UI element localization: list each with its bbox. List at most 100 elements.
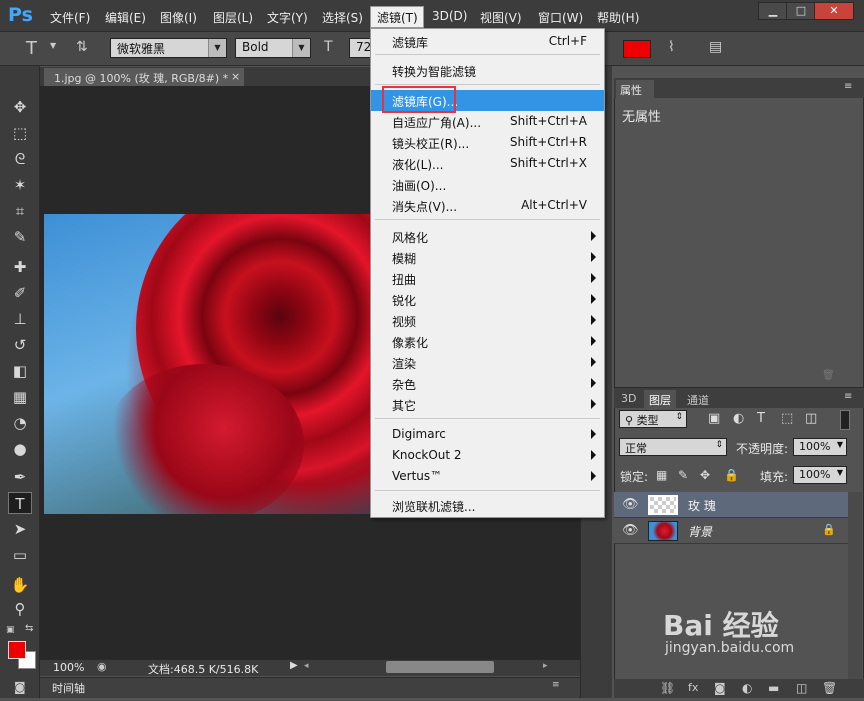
foreground-color-swatch[interactable] [8, 641, 26, 659]
type-filter-icon[interactable]: T [757, 411, 765, 426]
panel-menu-icon[interactable]: ≡ [844, 81, 852, 92]
pixel-filter-icon[interactable]: ▣ [708, 411, 720, 426]
rose-photo[interactable] [44, 214, 374, 514]
add-mask-icon[interactable]: ◙ [714, 681, 726, 695]
layer-filter-select[interactable]: ⚲ 类型 ⇕ [619, 410, 687, 428]
lock-pixels-icon[interactable]: ✎ [678, 468, 688, 482]
history-brush-tool-icon[interactable]: ↺ [8, 334, 32, 356]
layers-scrollbar[interactable] [848, 492, 862, 679]
warp-text-icon[interactable]: ⌇ [668, 39, 675, 55]
menu-item-adaptive-wide-angle[interactable]: 自适应广角(A)... Shift+Ctrl+A [371, 111, 604, 132]
type-tool-icon[interactable]: T [8, 492, 32, 514]
quick-mask-icon[interactable]: ◙ [14, 680, 26, 694]
scroll-left-icon[interactable]: ◂ [304, 661, 309, 671]
text-orientation-icon[interactable]: ⇅ [76, 39, 88, 55]
menu-item-oil-paint[interactable]: 油画(O)... [371, 174, 604, 195]
document-tab[interactable]: 1.jpg @ 100% (玫 瑰, RGB/8#) * [44, 68, 244, 86]
tab-close-icon[interactable]: × [231, 70, 240, 83]
stamp-tool-icon[interactable]: ⊥ [8, 308, 32, 330]
opacity-field[interactable]: 100% ▼ [793, 438, 847, 456]
trash-icon[interactable]: 🗑 [822, 370, 835, 381]
swap-colors-icon[interactable]: ⇆ [25, 623, 33, 634]
eye-icon[interactable]: 👁 [622, 523, 639, 538]
menu-item-pixelate[interactable]: 像素化 [371, 331, 604, 352]
menu-item-vertus[interactable]: Vertus™ [371, 466, 604, 487]
dodge-tool-icon[interactable]: ● [8, 438, 32, 460]
scroll-right-icon[interactable]: ▸ [543, 661, 548, 671]
status-arrow-icon[interactable]: ▶ [290, 660, 298, 671]
panel-menu-icon[interactable]: ≡ [844, 391, 852, 402]
healing-brush-tool-icon[interactable]: ✚ [8, 256, 32, 278]
menu-layer[interactable]: 图层(L) [213, 9, 253, 26]
shape-filter-icon[interactable]: ⬚ [781, 411, 793, 426]
eyedropper-tool-icon[interactable]: ✎ [8, 226, 32, 248]
eraser-tool-icon[interactable]: ◧ [8, 360, 32, 382]
menu-3d[interactable]: 3D(D) [432, 9, 467, 23]
default-colors-icon[interactable]: ▣ [6, 625, 15, 635]
font-size-field[interactable]: 72 [349, 38, 371, 58]
menu-select[interactable]: 选择(S) [322, 9, 363, 26]
menu-item-lens-correction[interactable]: 镜头校正(R)... Shift+Ctrl+R [371, 132, 604, 153]
menu-item-video[interactable]: 视频 [371, 310, 604, 331]
menu-item-stylize[interactable]: 风格化 [371, 226, 604, 247]
font-style-select[interactable]: Bold ▼ [235, 38, 311, 58]
menu-view[interactable]: 视图(V) [480, 9, 522, 26]
gradient-tool-icon[interactable]: ▦ [8, 386, 32, 408]
tab-properties[interactable]: 属性 [616, 80, 654, 98]
menu-item-sharpen[interactable]: 锐化 [371, 289, 604, 310]
menu-item-knockout[interactable]: KnockOut 2 [371, 445, 604, 466]
menu-item-browse-filters-online[interactable]: 浏览联机滤镜... [371, 495, 604, 516]
menu-file[interactable]: 文件(F) [50, 9, 90, 26]
lock-transparency-icon[interactable]: ▦ [656, 468, 667, 482]
blend-mode-select[interactable]: 正常 ⇕ [619, 438, 727, 456]
link-layers-icon[interactable]: ⛓ [660, 681, 675, 695]
menu-item-distort[interactable]: 扭曲 [371, 268, 604, 289]
adjustment-filter-icon[interactable]: ◐ [733, 411, 744, 426]
new-adjustment-icon[interactable]: ◐ [742, 681, 752, 695]
tab-channels[interactable]: 通道 [682, 390, 714, 408]
menu-item-noise[interactable]: 杂色 [371, 373, 604, 394]
filter-toggle-switch[interactable] [840, 410, 850, 430]
zoom-tool-icon[interactable]: ⚲ [8, 598, 32, 620]
brush-tool-icon[interactable]: ✐ [8, 282, 32, 304]
move-tool-icon[interactable]: ✥ [8, 96, 32, 118]
tab-3d[interactable]: 3D [616, 390, 641, 408]
tab-layers[interactable]: 图层 [644, 390, 676, 408]
trash-icon[interactable]: 🗑 [822, 681, 837, 695]
horizontal-scrollbar-thumb[interactable] [386, 661, 494, 673]
layer-row-background[interactable]: 👁 背景 🔒 [614, 518, 848, 544]
menu-item-liquify[interactable]: 液化(L)... Shift+Ctrl+X [371, 153, 604, 174]
lock-position-icon[interactable]: ✥ [700, 468, 710, 482]
minimize-icon[interactable]: ▁ [758, 2, 788, 20]
menu-item-convert-smart-filters[interactable]: 转换为智能滤镜 [371, 60, 604, 81]
blur-tool-icon[interactable]: ◔ [8, 412, 32, 434]
maximize-icon[interactable]: □ [786, 2, 816, 20]
lock-all-icon[interactable]: 🔒 [724, 468, 739, 482]
timeline-label[interactable]: 时间轴 [52, 680, 85, 696]
menu-edit[interactable]: 编辑(E) [105, 9, 146, 26]
magic-wand-tool-icon[interactable]: ✶ [8, 174, 32, 196]
zoom-level[interactable]: 100% [53, 661, 84, 674]
menu-help[interactable]: 帮助(H) [597, 9, 639, 26]
menu-item-blur[interactable]: 模糊 [371, 247, 604, 268]
fx-icon[interactable]: fx [688, 681, 698, 694]
close-icon[interactable]: ✕ [814, 2, 854, 20]
path-selection-tool-icon[interactable]: ➤ [8, 518, 32, 540]
new-layer-icon[interactable]: ◫ [796, 681, 807, 695]
menu-window[interactable]: 窗口(W) [538, 9, 583, 26]
chevron-down-icon[interactable]: ▼ [50, 41, 56, 50]
hand-tool-icon[interactable]: ✋ [8, 574, 32, 596]
eye-icon[interactable]: 👁 [622, 497, 639, 512]
shape-tool-icon[interactable]: ▭ [8, 544, 32, 566]
menu-type[interactable]: 文字(Y) [267, 9, 308, 26]
panel-menu-icon[interactable]: ≡ [552, 680, 560, 690]
menu-item-other[interactable]: 其它 [371, 394, 604, 415]
menu-item-digimarc[interactable]: Digimarc [371, 424, 604, 445]
smart-object-filter-icon[interactable]: ◫ [805, 411, 817, 426]
menu-item-last-filter[interactable]: 滤镜库 Ctrl+F [371, 31, 604, 52]
new-group-icon[interactable]: ▬ [768, 681, 779, 695]
text-tool-preset-icon[interactable]: T [26, 38, 37, 59]
crop-tool-icon[interactable]: ⌗ [8, 200, 32, 222]
status-menu-icon[interactable]: ◉ [97, 660, 107, 673]
layer-row-rose[interactable]: 👁 玫 瑰 [614, 492, 848, 518]
